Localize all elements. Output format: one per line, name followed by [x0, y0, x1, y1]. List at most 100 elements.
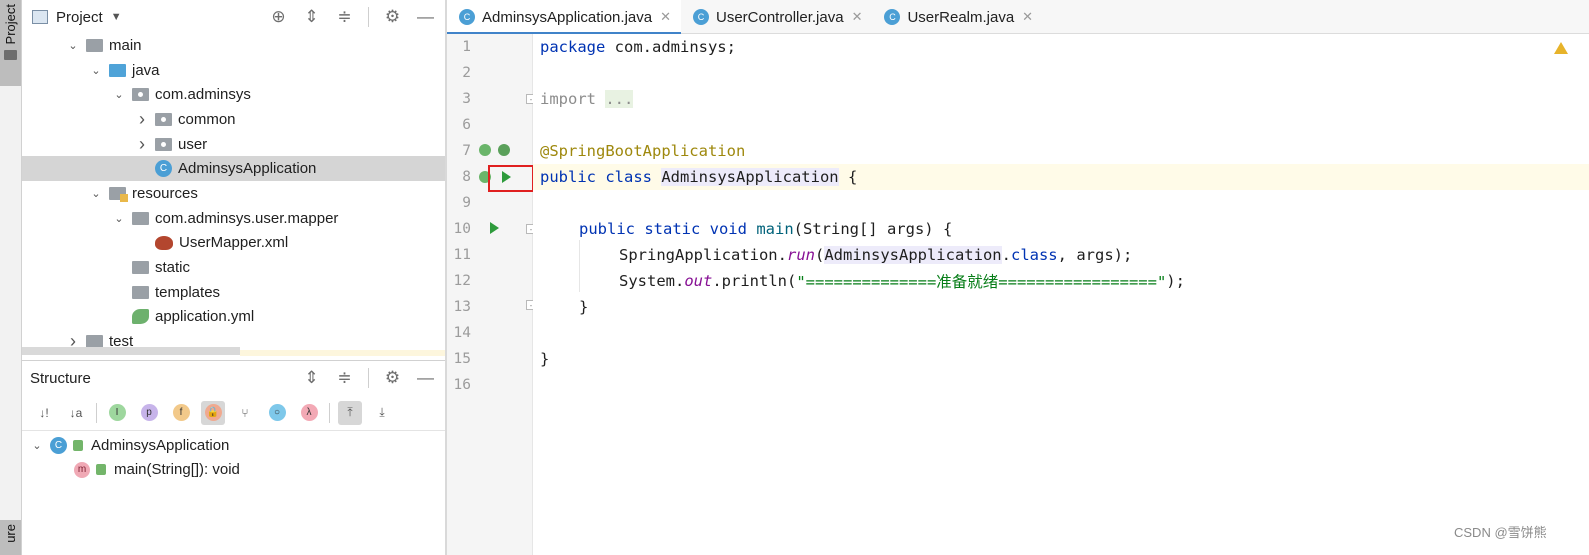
tree-item[interactable]: › user [22, 132, 445, 157]
line-number: 15 [453, 351, 471, 367]
tree-item[interactable]: ⌄ com.adminsys.user.mapper [22, 206, 445, 231]
lock-icon [73, 439, 83, 451]
close-icon[interactable]: ✕ [1022, 9, 1033, 25]
line-number: 3 [462, 91, 471, 107]
project-tree-horizontal-scrollbar[interactable] [22, 347, 240, 355]
sort-alpha-button[interactable]: ↓a [64, 401, 88, 425]
tree-item[interactable]: › common [22, 107, 445, 132]
collapse-all-icon[interactable]: ≑ [335, 368, 354, 388]
chevron-down-icon[interactable]: ⌄ [30, 439, 44, 452]
close-icon[interactable]: ✕ [852, 9, 863, 25]
code-token: public class [540, 168, 652, 186]
chevron-down-icon[interactable]: ⌄ [66, 39, 80, 52]
folded-imports[interactable]: ... [605, 90, 634, 108]
spring-class-icon: C [155, 160, 172, 178]
tree-item[interactable]: UserMapper.xml [22, 231, 445, 256]
spring-yml-icon [132, 309, 149, 325]
show-fields-icon: f [172, 404, 190, 421]
package-icon [155, 137, 172, 151]
autoscroll-from-source-button[interactable]: ⤓ [370, 401, 394, 425]
warning-icon[interactable] [1554, 42, 1568, 54]
chevron-down-icon[interactable]: ⌄ [89, 187, 103, 200]
code-token: com.adminsys; [605, 38, 736, 56]
source-folder-icon [109, 63, 126, 77]
code-line-current: public class AdminsysApplication { [533, 164, 1589, 190]
tree-item[interactable]: ⌄ java [22, 58, 445, 83]
collapse-all-icon[interactable]: ≑ [335, 7, 354, 27]
tree-item-label: application.yml [155, 308, 255, 326]
tree-item[interactable]: application.yml [22, 305, 445, 330]
scrollbar-track [240, 350, 445, 356]
project-view-icon [32, 10, 48, 24]
structure-panel-actions: ⇕ ≑ ⚙ — [302, 361, 445, 395]
project-panel-title[interactable]: Project [56, 9, 103, 26]
structure-toolbar: ↓! ↓a Ip f 🔒 ⑂ ○ λ ⤒ ⤓ [22, 395, 445, 431]
tab-adminsys-application[interactable]: C AdminsysApplication.java ✕ [447, 0, 681, 35]
code-token: , args); [1057, 246, 1133, 264]
show-properties-button[interactable]: p [137, 401, 161, 425]
minimize-icon[interactable]: — [416, 7, 435, 27]
tree-item[interactable]: static [22, 255, 445, 280]
folder-icon [132, 211, 149, 225]
autoscroll-to-source-button[interactable]: ⤒ [338, 400, 362, 425]
class-icon: C [884, 9, 901, 25]
project-panel-actions: ⊕ ⇕ ≑ ⚙ — [269, 0, 445, 34]
expand-all-icon[interactable]: ⇕ [302, 368, 321, 388]
tree-item-label: java [132, 61, 160, 79]
gear-icon[interactable]: ⚙ [383, 368, 402, 388]
structure-panel-title: Structure [30, 369, 91, 387]
chevron-right-icon[interactable]: › [135, 134, 149, 155]
code-token: ( [814, 246, 825, 264]
show-inherited-button[interactable]: I [105, 401, 129, 425]
code-token: out [684, 272, 713, 290]
show-lambdas-button[interactable]: λ [297, 401, 321, 425]
chevron-down-icon[interactable]: ⌄ [112, 212, 126, 225]
sort-alpha-icon: ↓a [69, 405, 83, 420]
chevron-down-icon[interactable]: ⌄ [89, 64, 103, 77]
sort-by-visibility-icon: ↓! [39, 405, 49, 420]
folder-icon [86, 38, 103, 52]
code-line: public static void main (String[] args) { [533, 216, 1589, 242]
show-inheritance-button[interactable]: ⑂ [233, 401, 257, 425]
tree-item[interactable]: ⌄ main [22, 33, 445, 58]
package-icon [132, 88, 149, 102]
show-fields-button[interactable]: f [169, 401, 193, 425]
structure-item-label: main(String[]): void [114, 461, 240, 479]
code-token: ); [1166, 272, 1185, 290]
structure-tool-tab[interactable]: ure [0, 520, 21, 555]
show-non-public-button[interactable]: 🔒 [201, 400, 225, 425]
close-icon[interactable]: ✕ [660, 9, 671, 25]
structure-item[interactable]: m main(String[]): void [22, 458, 445, 483]
spring-config-icon[interactable] [498, 144, 510, 156]
line-number: 9 [462, 195, 471, 211]
expand-all-icon[interactable]: ⇕ [302, 7, 321, 27]
line-number: 11 [453, 247, 471, 263]
tree-item[interactable]: C AdminsysApplication [22, 156, 445, 182]
chevron-right-icon[interactable]: › [135, 109, 149, 130]
locate-icon[interactable]: ⊕ [269, 7, 288, 27]
resources-folder-icon [109, 186, 128, 202]
sort-by-visibility-button[interactable]: ↓! [32, 401, 56, 425]
tree-item[interactable]: templates [22, 280, 445, 305]
project-tool-tab[interactable]: Project [0, 0, 21, 86]
minimize-icon[interactable]: — [416, 368, 435, 388]
tree-item[interactable]: ⌄ resources [22, 181, 445, 206]
run-icon[interactable] [490, 222, 499, 234]
spring-bean-icon[interactable] [479, 144, 491, 156]
tab-user-controller[interactable]: C UserController.java ✕ [681, 0, 872, 34]
ide-window: Project ure Project ▼ ⊕ ⇕ ≑ ⚙ — ⌄ main ⌄ ja… [0, 0, 1589, 555]
autoscroll-to-source-icon: ⤒ [347, 405, 353, 419]
gear-icon[interactable]: ⚙ [383, 7, 402, 27]
tree-item-label: AdminsysApplication [178, 160, 317, 178]
structure-item[interactable]: ⌄ C AdminsysApplication [22, 433, 445, 458]
tab-label: AdminsysApplication.java [482, 8, 653, 26]
tab-user-realm[interactable]: C UserRealm.java ✕ [872, 0, 1043, 34]
chevron-down-icon[interactable]: ▼ [111, 11, 122, 23]
class-icon: C [693, 9, 709, 25]
code-editor[interactable]: package com.adminsys; import ... @Spring… [533, 34, 1589, 555]
folder-icon [132, 261, 149, 275]
mybatis-xml-icon [155, 235, 173, 250]
show-anonymous-button[interactable]: ○ [265, 401, 289, 425]
chevron-down-icon[interactable]: ⌄ [112, 88, 126, 101]
tree-item[interactable]: ⌄ com.adminsys [22, 82, 445, 107]
